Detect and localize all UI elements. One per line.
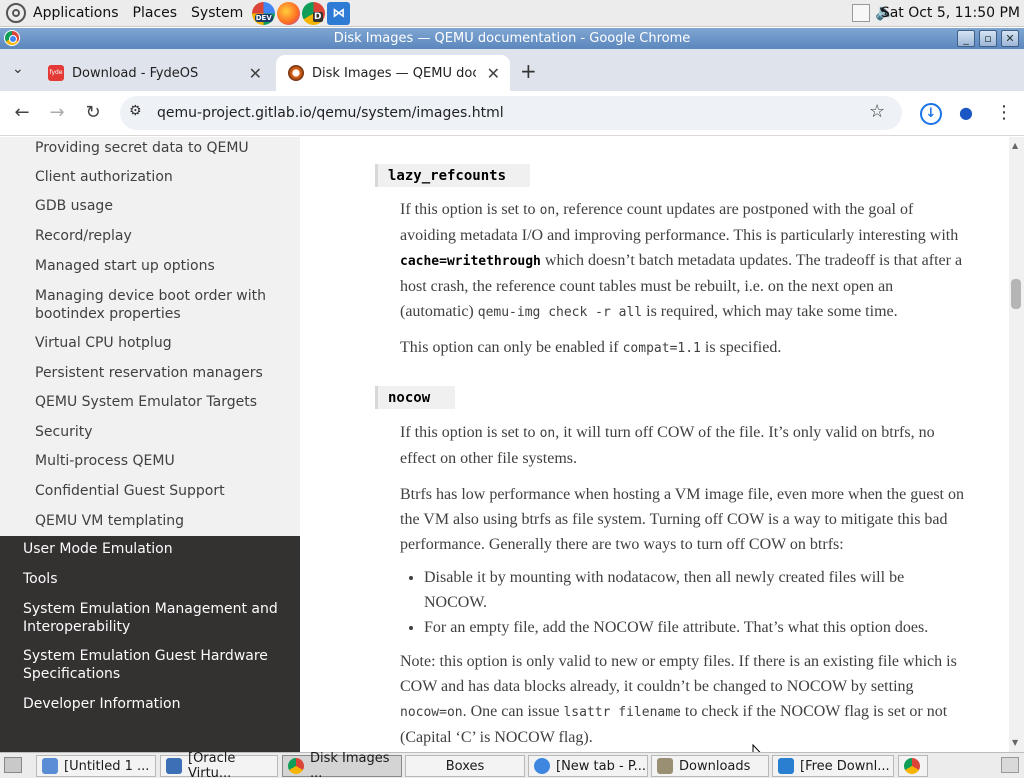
qemu-favicon-icon — [288, 65, 304, 81]
bottom-taskbar: [Untitled 1 ... [Oracle Virtu... Disk Im… — [0, 751, 1024, 778]
tab-strip: ⌄ fyde Download - FydeOS ✕ Disk Images —… — [0, 49, 1024, 91]
lazy-refcounts-description: If this option is set to on, reference c… — [400, 201, 963, 320]
show-desktop-icon[interactable] — [4, 757, 22, 773]
vscode-launcher-icon[interactable]: ⋈ — [327, 1, 351, 25]
places-menu[interactable]: Places — [126, 5, 185, 21]
close-tab-icon[interactable]: ✕ — [487, 64, 500, 83]
folder-icon — [657, 758, 673, 774]
tray-window-icon[interactable] — [852, 4, 870, 22]
chrome-dev-launcher-icon[interactable]: DEV — [252, 1, 276, 25]
option-name-nocow: nocow — [375, 386, 455, 409]
tab-search-chevron-icon[interactable]: ⌄ — [12, 61, 24, 77]
url-text[interactable]: qemu-project.gitlab.io/qemu/system/image… — [157, 105, 504, 121]
sidebar-item-tools[interactable]: Tools — [23, 570, 283, 588]
profile-avatar-icon[interactable]: ● — [956, 103, 976, 123]
window-title: Disk Images — QEMU documentation - Googl… — [333, 31, 691, 46]
clock[interactable]: Sat Oct 5, 11:50 PM — [881, 5, 1020, 21]
sidebar-item-emulator-targets[interactable]: QEMU System Emulator Targets — [0, 393, 277, 411]
docs-sidebar: Providing secret data to QEMU Client aut… — [0, 137, 300, 752]
sidebar-item-pr-managers[interactable]: Persistent reservation managers — [0, 364, 283, 382]
sidebar-item-vm-templating[interactable]: QEMU VM templating — [0, 512, 204, 530]
sidebar-item-client-auth[interactable]: Client authorization — [0, 168, 193, 186]
sidebar-item-startup-options[interactable]: Managed start up options — [0, 257, 235, 275]
browser-toolbar: ← → ↻ ⚙ qemu-project.gitlab.io/qemu/syst… — [0, 91, 1024, 136]
nocow-btrfs-paragraph: Btrfs has low performance when hosting a… — [400, 486, 964, 553]
taskbar-item-chrome[interactable] — [898, 755, 928, 777]
chrome-icon — [904, 758, 920, 774]
scroll-up-icon[interactable]: ▲ — [1012, 141, 1018, 150]
taskbar-item-oracle[interactable]: [Oracle Virtu... — [160, 751, 278, 778]
kebab-menu-icon[interactable]: ⋮ — [995, 102, 1013, 123]
minimize-icon[interactable]: _ — [957, 30, 975, 47]
window-titlebar[interactable]: Disk Images — QEMU documentation - Googl… — [0, 28, 1024, 49]
top-panel: Applications Places System DEV D ⋈ 🔈 Sat… — [0, 0, 1024, 27]
chrome-dev-icon — [534, 758, 550, 774]
maximize-icon[interactable]: ▫ — [979, 30, 997, 47]
sidebar-item-multiprocess[interactable]: Multi-process QEMU — [0, 452, 195, 470]
firefox-launcher-icon[interactable] — [277, 1, 301, 25]
sidebar-item-gdb-usage[interactable]: GDB usage — [0, 197, 133, 215]
tab-title: Disk Images — QEMU documentation — [312, 65, 476, 81]
sidebar-item-secret-data[interactable]: Providing secret data to QEMU — [0, 139, 269, 157]
sidebar-item-security[interactable]: Security — [0, 423, 113, 441]
new-tab-icon[interactable]: + — [520, 59, 537, 83]
sidebar-item-cpu-hotplug[interactable]: Virtual CPU hotplug — [0, 334, 192, 352]
address-bar[interactable]: ⚙ qemu-project.gitlab.io/qemu/system/ima… — [120, 96, 902, 130]
sidebar-item-confidential-guest[interactable]: Confidential Guest Support — [0, 482, 245, 500]
vscode-icon — [778, 758, 794, 774]
taskbar-item-disk-images[interactable]: Disk Images ... — [282, 751, 402, 778]
taskbar-item-boxes[interactable]: Boxes — [405, 755, 525, 777]
download-icon[interactable]: ↓ — [920, 103, 942, 125]
sidebar-item-developer[interactable]: Developer Information — [23, 695, 283, 713]
nocow-note-paragraph: Note: this option is only valid to new o… — [400, 653, 957, 746]
sidebar-item-guest-hardware[interactable]: System Emulation Guest Hardware Specific… — [23, 647, 283, 683]
workspace-switcher-icon[interactable] — [1001, 757, 1019, 773]
sidebar-item-boot-order[interactable]: Managing device boot order with bootinde… — [0, 287, 290, 323]
system-menu[interactable]: System — [184, 5, 250, 21]
taskbar-item-free-download[interactable]: [Free Downl... — [772, 755, 894, 777]
page-scrollbar[interactable]: ▲ ▼ — [1009, 137, 1024, 752]
tab-disk-images[interactable]: Disk Images — QEMU documentation ✕ — [276, 55, 510, 91]
close-window-icon[interactable]: ✕ — [1001, 30, 1019, 47]
option-name-lazy-refcounts: lazy_refcounts — [375, 164, 530, 187]
close-tab-icon[interactable]: ✕ — [249, 64, 262, 83]
document-icon — [42, 758, 58, 774]
scrollbar-thumb[interactable] — [1011, 279, 1021, 309]
taskbar-item-new-tab[interactable]: [New tab - P... — [528, 755, 648, 777]
main-content: lazy_refcounts If this option is set to … — [300, 137, 1009, 752]
virtualbox-icon — [166, 758, 182, 774]
chrome-icon — [288, 758, 304, 774]
dev-badge: DEV — [254, 14, 273, 22]
gnome-foot-icon[interactable] — [6, 3, 26, 23]
chrome-logo-icon — [4, 30, 20, 46]
tab-download-fydeos[interactable]: fyde Download - FydeOS ✕ — [36, 55, 272, 91]
sidebar-item-record-replay[interactable]: Record/replay — [0, 227, 152, 245]
nocow-description: If this option is set to on, it will tur… — [400, 424, 935, 467]
taskbar-item-downloads[interactable]: Downloads — [651, 755, 769, 777]
chrome-launcher-icon[interactable]: D — [302, 1, 326, 25]
scroll-down-icon[interactable]: ▼ — [1012, 738, 1018, 747]
d-badge: D — [313, 12, 323, 22]
sidebar-item-management[interactable]: System Emulation Management and Interope… — [23, 600, 283, 636]
lazy-refcounts-compat-note: This option can only be enabled if compa… — [400, 339, 782, 356]
tab-title: Download - FydeOS — [72, 65, 199, 81]
reload-icon[interactable]: ↻ — [80, 100, 106, 126]
list-item: For an empty file, add the NOCOW file at… — [424, 615, 969, 640]
back-arrow-icon[interactable]: ← — [9, 100, 35, 126]
list-item: Disable it by mounting with nodatacow, t… — [424, 565, 969, 615]
site-info-icon[interactable]: ⚙ — [129, 103, 142, 119]
sidebar-top-level: User Mode Emulation Tools System Emulati… — [0, 536, 300, 752]
applications-menu[interactable]: Applications — [26, 5, 126, 21]
fydeos-favicon-icon: fyde — [48, 65, 64, 81]
nocow-bullet-list: Disable it by mounting with nodatacow, t… — [424, 565, 969, 640]
forward-arrow-icon[interactable]: → — [44, 100, 70, 126]
bookmark-star-icon[interactable]: ☆ — [869, 101, 885, 122]
sidebar-item-user-mode[interactable]: User Mode Emulation — [23, 540, 283, 558]
taskbar-item-untitled[interactable]: [Untitled 1 ... — [36, 755, 156, 777]
